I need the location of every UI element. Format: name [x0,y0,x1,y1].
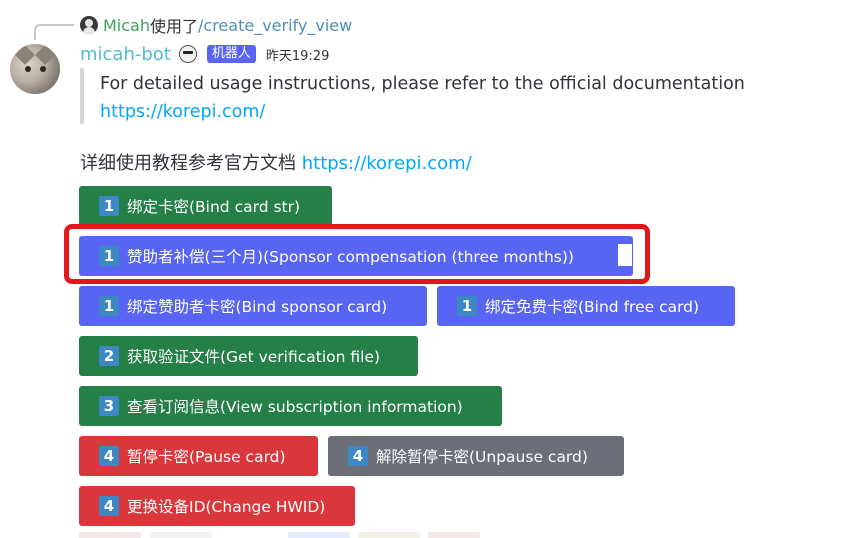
partial-reaction[interactable] [79,532,141,538]
partial-reaction[interactable] [358,532,420,538]
reply-verb: 使用了 [150,17,199,36]
bind-free-card-button[interactable]: 1 绑定免费卡密(Bind free card) [437,286,735,326]
button-label: 解除暂停卡密(Unpause card) [376,448,588,466]
avatar-ear-right [35,45,55,65]
button-label: 绑定卡密(Bind card str) [127,198,301,216]
button-label: 获取验证文件(Get verification file) [127,348,381,366]
detail-text: 详细使用教程参考官方文档 [80,153,302,174]
keycap-four-icon: 4 [348,446,368,466]
quote-link[interactable]: https://korepi.com/ [100,98,265,126]
avatar-ear-left [15,45,35,65]
keycap-one-icon: 1 [99,296,119,316]
keycap-four-icon: 4 [99,496,119,516]
keycap-three-icon: 3 [99,396,119,416]
keycap-two-icon: 2 [99,346,119,366]
button-label: 暂停卡密(Pause card) [127,448,286,466]
reply-user-avatar[interactable] [80,16,98,34]
bot-status-icon [178,45,197,63]
reply-command[interactable]: /create_verify_view [198,16,352,35]
quote-text: For detailed usage instructions, please … [100,74,745,94]
unpause-card-button[interactable]: 4 解除暂停卡密(Unpause card) [328,436,624,476]
reply-connector [34,24,74,40]
reply-username[interactable]: Micah [103,16,150,35]
button-label: 绑定赞助者卡密(Bind sponsor card) [127,298,388,316]
change-hwid-button[interactable]: 4 更换设备ID(Change HWID) [79,486,355,526]
avatar-eye-left [25,66,31,72]
partial-reaction[interactable] [150,532,212,538]
avatar-eye-right [40,66,46,72]
bot-username[interactable]: micah-bot [80,44,171,65]
keycap-one-icon: 1 [99,196,119,216]
bind-card-button[interactable]: 1 绑定卡密(Bind card str) [79,186,332,226]
bot-badge: 机器人 [206,45,256,63]
view-subscription-button[interactable]: 3 查看订阅信息(View subscription information) [79,386,502,426]
keycap-one-icon: 1 [457,296,477,316]
get-verification-file-button[interactable]: 2 获取验证文件(Get verification file) [79,336,418,376]
chat-message: Micah 使用了 /create_verify_view micah-bot … [0,0,842,538]
bind-sponsor-card-button[interactable]: 1 绑定赞助者卡密(Bind sponsor card) [79,286,427,326]
button-label: 更换设备ID(Change HWID) [127,498,326,516]
bot-avatar[interactable] [10,44,60,94]
keycap-four-icon: 4 [99,446,119,466]
button-label: 绑定免费卡密(Bind free card) [485,298,700,316]
highlight-annotation [64,224,650,284]
pause-card-button[interactable]: 4 暂停卡密(Pause card) [79,436,318,476]
partial-reaction[interactable] [288,532,350,538]
block-quote: For detailed usage instructions, please … [80,68,764,124]
message-timestamp[interactable]: 昨天19:29 [266,45,329,64]
button-label: 查看订阅信息(View subscription information) [127,398,463,416]
message-header: micah-bot 机器人 昨天19:29 [80,42,329,66]
detail-line: 详细使用教程参考官方文档 https://korepi.com/ [80,150,472,178]
partial-reaction[interactable] [428,532,480,538]
reply-reference[interactable]: Micah 使用了 /create_verify_view [80,14,352,36]
detail-link[interactable]: https://korepi.com/ [302,153,472,174]
